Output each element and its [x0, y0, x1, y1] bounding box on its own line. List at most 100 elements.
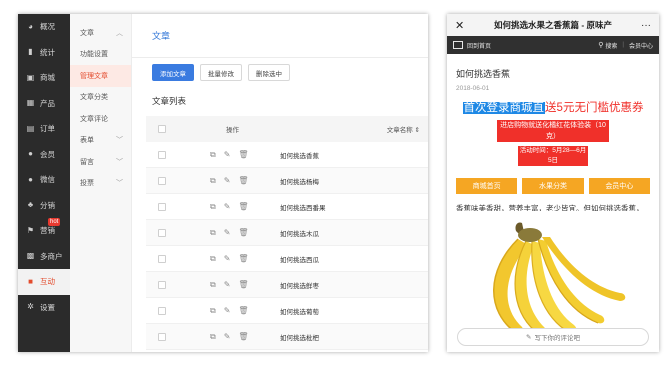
phone-window-title: 如何挑选水果之香蕉篇 - 原味产: [493, 20, 613, 30]
trash-icon[interactable]: 🗑: [238, 228, 248, 238]
merchant-icon: ▩: [26, 251, 35, 261]
chevron-down-icon: ﹀: [116, 158, 123, 166]
category-button[interactable]: 水果分类: [522, 178, 584, 194]
edit-icon[interactable]: ✎: [224, 176, 231, 186]
nav-item-members[interactable]: ● 会员: [18, 142, 70, 168]
nav-item-store[interactable]: ▣ 商城: [18, 65, 70, 91]
nav-item-interaction[interactable]: ■ 互动: [18, 269, 70, 295]
edit-icon[interactable]: ✎: [224, 280, 231, 290]
chevron-up-icon: ︿: [116, 29, 123, 37]
row-checkbox[interactable]: [158, 150, 166, 159]
edit-icon[interactable]: ✎: [224, 306, 231, 316]
admin-panel: ◕ 概况 ▮ 统计 ▣ 商城 ▦ 产品 ▤ 订单 ● 会员 ● 微信 ♣ 分销: [18, 14, 428, 352]
nav-label: 统计: [40, 47, 55, 57]
home-link[interactable]: 回到首页: [467, 41, 598, 50]
comment-placeholder: 写下你的评论吧: [534, 335, 580, 342]
category-button[interactable]: 商城首页: [456, 178, 518, 194]
secondary-sidebar: 文章 ︿ 功能设置 管理文章 文章分类 文章评论 表单 ﹀ 留言 ﹀ 投票 ﹀: [70, 14, 132, 352]
row-checkbox[interactable]: [158, 228, 166, 237]
row-checkbox[interactable]: [158, 202, 166, 211]
sub-label: 表单: [80, 137, 94, 145]
batch-edit-button[interactable]: 批量修改: [200, 64, 242, 81]
flag-icon: ⚑: [26, 225, 35, 235]
sub-item-articles[interactable]: 文章 ︿: [70, 22, 131, 44]
table-row: ⧉ ✎ 🗑 如何挑选西番果: [146, 194, 428, 220]
row-checkbox[interactable]: [158, 176, 166, 185]
sub-item-feature-settings[interactable]: 功能设置: [70, 44, 131, 66]
article-date: 2018-06-01: [456, 85, 490, 92]
interaction-icon: ■: [28, 276, 33, 286]
sub-item-forms[interactable]: 表单 ﹀: [70, 130, 131, 152]
nav-item-merchants[interactable]: ▩ 多商户: [18, 244, 70, 270]
nav-label: 订单: [40, 124, 55, 134]
nav-item-wechat[interactable]: ● 微信: [18, 167, 70, 193]
primary-sidebar: ◕ 概况 ▮ 统计 ▣ 商城 ▦ 产品 ▤ 订单 ● 会员 ● 微信 ♣ 分销: [18, 14, 70, 352]
phone-topbar: 回到首页 ⚲ 搜索 | 会员中心: [447, 36, 659, 54]
sub-item-manage-articles[interactable]: 管理文章: [70, 65, 131, 87]
preview-icon[interactable]: ⧉: [210, 202, 216, 212]
delete-selected-button[interactable]: 删除选中: [248, 64, 290, 81]
preview-icon[interactable]: ⧉: [210, 150, 216, 160]
preview-icon[interactable]: ⧉: [210, 228, 216, 238]
nav-item-settings[interactable]: ✲ 设置: [18, 295, 70, 321]
nav-item-orders[interactable]: ▤ 订单: [18, 116, 70, 142]
nav-label: 分销: [40, 200, 55, 210]
sub-label: 投票: [80, 180, 94, 188]
search-link[interactable]: 搜索: [605, 41, 617, 50]
edit-icon[interactable]: ✎: [224, 202, 231, 212]
select-all-checkbox[interactable]: [158, 125, 166, 133]
row-checkbox[interactable]: [158, 280, 166, 289]
category-buttons: 商城首页 水果分类 会员中心: [456, 178, 650, 194]
sub-label: 功能设置: [80, 51, 108, 59]
row-checkbox[interactable]: [158, 254, 166, 263]
sub-item-article-categories[interactable]: 文章分类: [70, 87, 131, 109]
trash-icon[interactable]: 🗑: [238, 176, 248, 186]
sub-label: 管理文章: [80, 72, 108, 80]
sub-label: 文章: [80, 29, 94, 37]
add-article-button[interactable]: 添加文章: [152, 64, 194, 81]
sub-item-messages[interactable]: 留言 ﹀: [70, 151, 131, 173]
home-icon[interactable]: [453, 41, 463, 49]
phone-preview: ✕ 如何挑选水果之香蕉篇 - 原味产 ··· 回到首页 ⚲ 搜索 | 会员中心 …: [447, 14, 659, 352]
edit-icon[interactable]: ✎: [224, 150, 231, 160]
article-name: 如何挑选枇杷: [280, 334, 319, 342]
article-name: 如何挑选鲜枣: [280, 282, 319, 290]
trash-icon[interactable]: 🗑: [238, 202, 248, 212]
sub-item-votes[interactable]: 投票 ﹀: [70, 173, 131, 195]
category-button[interactable]: 会员中心: [588, 178, 650, 194]
close-icon[interactable]: ✕: [455, 19, 469, 32]
preview-icon[interactable]: ⧉: [210, 306, 216, 316]
table-row: ⧉ ✎ 🗑 如何挑选木瓜: [146, 220, 428, 246]
trash-icon[interactable]: 🗑: [238, 332, 248, 342]
member-center-link[interactable]: 会员中心: [629, 41, 653, 50]
nav-item-products[interactable]: ▦ 产品: [18, 91, 70, 117]
edit-icon[interactable]: ✎: [224, 332, 231, 342]
search-icon[interactable]: ⚲: [598, 41, 603, 49]
nav-item-marketing[interactable]: ⚑ 营销 hot: [18, 218, 70, 244]
toolbar: 添加文章 批量修改 删除选中: [152, 64, 290, 81]
edit-icon[interactable]: ✎: [224, 228, 231, 238]
preview-icon[interactable]: ⧉: [210, 332, 216, 342]
comment-input[interactable]: ✎ 写下你的评论吧: [457, 328, 649, 346]
preview-icon[interactable]: ⧉: [210, 280, 216, 290]
nav-item-overview[interactable]: ◕ 概况: [18, 14, 70, 40]
edit-icon[interactable]: ✎: [224, 254, 231, 264]
col-header-name[interactable]: 文章名称 ⇕: [387, 124, 420, 134]
article-name: 如何挑选木瓜: [280, 230, 319, 238]
phone-titlebar: ✕ 如何挑选水果之香蕉篇 - 原味产 ···: [447, 14, 659, 36]
nav-item-stats[interactable]: ▮ 统计: [18, 40, 70, 66]
gear-icon: ✲: [27, 302, 34, 312]
trash-icon[interactable]: 🗑: [238, 150, 248, 160]
trash-icon[interactable]: 🗑: [238, 254, 248, 264]
preview-icon[interactable]: ⧉: [210, 176, 216, 186]
sub-item-article-comments[interactable]: 文章评论: [70, 108, 131, 130]
row-checkbox[interactable]: [158, 332, 166, 341]
trash-icon[interactable]: 🗑: [238, 280, 248, 290]
nav-label: 设置: [40, 302, 55, 312]
preview-icon[interactable]: ⧉: [210, 254, 216, 264]
row-checkbox[interactable]: [158, 306, 166, 315]
trash-icon[interactable]: 🗑: [238, 306, 248, 316]
divider: |: [622, 42, 624, 48]
nav-item-distribution[interactable]: ♣ 分销: [18, 193, 70, 219]
more-icon[interactable]: ···: [637, 20, 651, 31]
